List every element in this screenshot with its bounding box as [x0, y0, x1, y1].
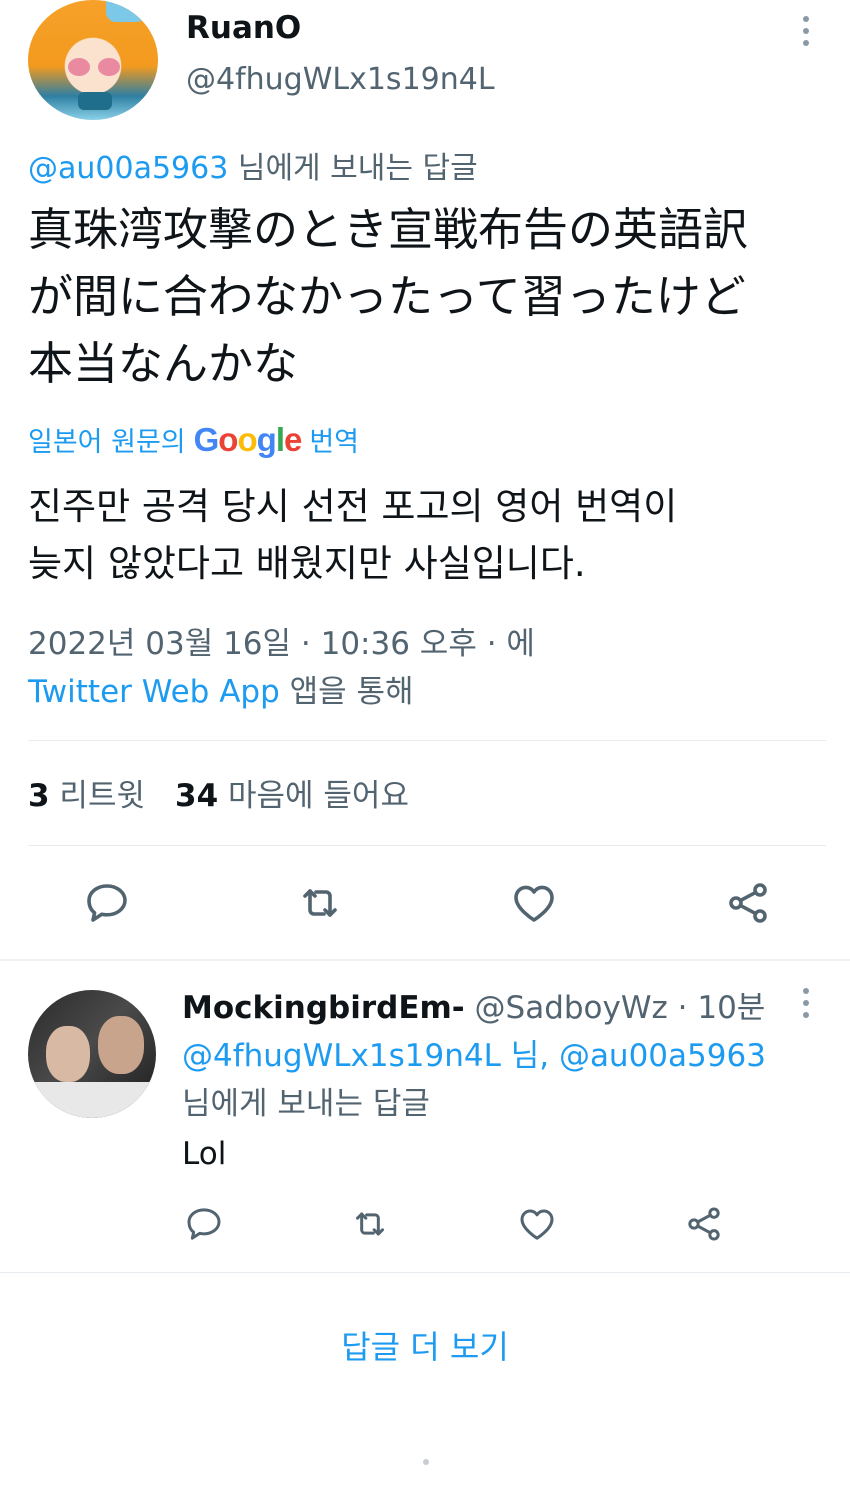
translated-text: 진주만 공격 당시 선전 포고의 영어 번역이 늦지 않았다고 배웠지만 사실입… — [28, 478, 828, 592]
mention-link[interactable]: @au00a5963 — [559, 1038, 766, 1074]
more-vertical-icon[interactable] — [803, 988, 809, 1018]
translate-label: 일본어 원문의 — [28, 427, 186, 458]
page-indicator-dot — [423, 1459, 429, 1465]
tweet-text-line: 真珠湾攻撃のとき宣戦布告の英語訳 — [28, 203, 749, 256]
reply-text: Lol — [182, 1136, 227, 1172]
avatar-face — [46, 1026, 90, 1082]
avatar-face — [98, 1016, 144, 1074]
retweet-icon[interactable] — [350, 1204, 390, 1244]
avatar-clothes — [34, 1082, 150, 1118]
google-logo: Google — [193, 420, 303, 458]
tweet-text-line: が間に合わなかったって習ったけど — [28, 270, 746, 323]
author-handle[interactable]: @4fhugWLx1s19n4L — [186, 62, 495, 97]
translated-line: 늦지 않았다고 배웠지만 사실입니다. — [28, 542, 586, 585]
retweets-label: 리트윗 — [49, 778, 145, 814]
like-icon[interactable] — [517, 1204, 557, 1244]
share-icon[interactable] — [724, 879, 772, 927]
retweet-icon[interactable] — [296, 879, 344, 927]
avatar-eye-right — [98, 58, 120, 76]
reply-to-suffix: 님에게 보내는 답글 — [228, 151, 478, 186]
reply-header: MockingbirdEm- @SadboyWz · 10분 — [182, 982, 765, 1027]
reply-to-handle[interactable]: @au00a5963 — [28, 151, 228, 186]
tweet-meta: 2022년 03월 16일 · 10:36 오후 · 에 Twitter Web… — [28, 620, 535, 716]
divider — [0, 1272, 850, 1273]
likes-count: 34 — [175, 778, 219, 814]
likes-label: 마음에 들어요 — [218, 778, 409, 814]
tweet-stats: 3 리트윗 34 마음에 들어요 — [28, 770, 409, 815]
reply-mentions: @4fhugWLx1s19n4L 님, @au00a5963 님에게 보내는 답… — [182, 1032, 766, 1128]
reply-to-line: @au00a5963 님에게 보내는 답글 — [28, 143, 478, 187]
section-separator — [0, 959, 850, 961]
translated-line: 진주만 공격 당시 선전 포고의 영어 번역이 — [28, 485, 678, 528]
avatar-bow — [78, 92, 112, 110]
reply-author-avatar[interactable] — [28, 990, 156, 1118]
reply-icon[interactable] — [184, 1204, 224, 1244]
mention-link[interactable]: @4fhugWLx1s19n4L — [182, 1038, 501, 1074]
retweets-stat[interactable]: 3 리트윗 — [28, 770, 145, 815]
translate-link[interactable]: 일본어 원문의 Google 번역 — [28, 420, 359, 459]
reply-author-name[interactable]: MockingbirdEm- — [182, 990, 465, 1026]
divider — [28, 845, 826, 846]
likes-stat[interactable]: 34 마음에 들어요 — [175, 770, 409, 815]
avatar-eye-left — [68, 58, 90, 76]
tweet-text: 真珠湾攻撃のとき宣戦布告の英語訳 が間に合わなかったって習ったけど 本当なんかな — [28, 196, 838, 397]
tweet-timestamp: 2022년 03월 16일 · 10:36 오후 · 에 — [28, 626, 535, 662]
author-name[interactable]: RuanO — [186, 10, 301, 46]
tweet-text-line: 本当なんかな — [28, 337, 299, 390]
mention-joiner: 님, — [500, 1038, 559, 1074]
divider — [28, 740, 826, 741]
share-icon[interactable] — [684, 1204, 724, 1244]
translate-action: 번역 — [309, 427, 360, 458]
reply-time: · 10분 — [667, 990, 766, 1026]
retweets-count: 3 — [28, 778, 50, 814]
reply-icon[interactable] — [83, 879, 131, 927]
tweet-source-suffix: 앱을 통해 — [279, 674, 414, 710]
more-vertical-icon[interactable] — [803, 16, 809, 46]
reply-to-suffix: 님에게 보내는 답글 — [182, 1086, 430, 1122]
show-more-replies-button[interactable]: 답글 더 보기 — [0, 1322, 850, 1368]
like-icon[interactable] — [510, 879, 558, 927]
tweet-source-link[interactable]: Twitter Web App — [28, 674, 280, 710]
avatar-hat — [106, 0, 146, 22]
reply-author-handle[interactable]: @SadboyWz — [465, 990, 668, 1026]
author-avatar[interactable] — [28, 0, 158, 120]
